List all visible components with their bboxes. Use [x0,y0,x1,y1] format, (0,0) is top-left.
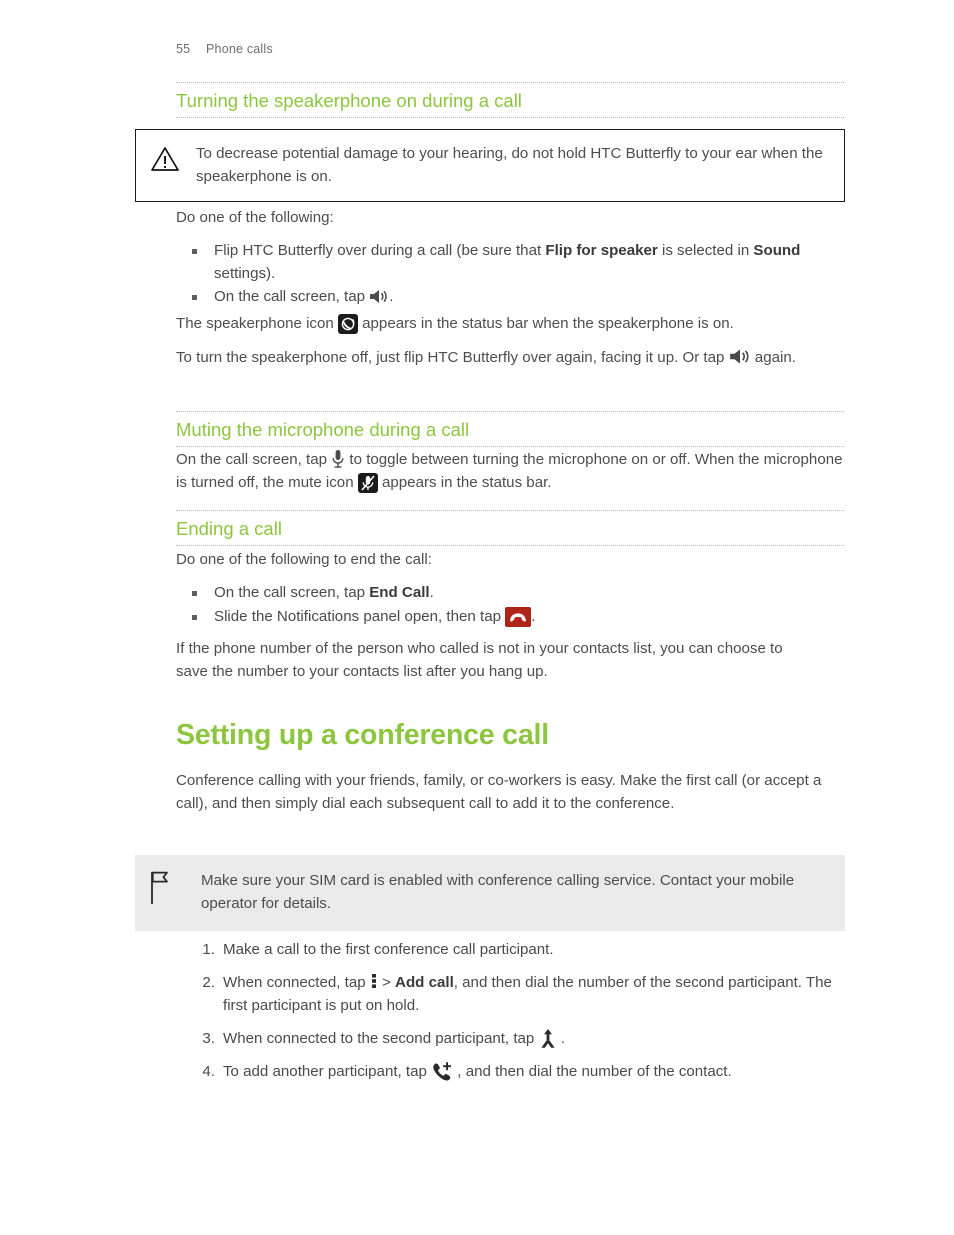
paragraph-text: On the call screen, tap [176,451,332,468]
speakerphone-bullet-list: Flip HTC Butterfly over during a call (b… [176,240,844,309]
flag-icon [149,869,201,910]
warning-triangle-icon [150,142,196,178]
bullet-text-3: . [429,584,434,601]
end-call-icon [505,606,532,627]
ending-bullet-list: On the call screen, tap End Call. Slide … [176,582,844,628]
bullet-text: Flip HTC Butterfly over during a call (b… [214,242,546,259]
bullet-text-3: . [531,607,536,625]
chapter-title: Phone calls [206,42,273,56]
bold-add-call: Add call [395,974,454,991]
bold-end-call: End Call [369,584,430,601]
bullet-text: Slide the Notifications panel open, then… [214,607,506,625]
speakerphone-status-paragraph: The speakerphone icon appears in the sta… [176,313,844,336]
warning-callout: To decrease potential damage to your hea… [135,129,845,202]
heading-turning-speakerphone: Turning the speakerphone on during a cal… [176,82,844,118]
ending-intro: Do one of the following to end the call: [176,551,432,568]
speakerphone-status-icon [337,314,358,334]
list-item: On the call screen, tap . [176,286,844,309]
note-callout: Make sure your SIM card is enabled with … [135,855,845,931]
step-text-3: . [556,1030,565,1047]
microphone-icon [331,449,345,469]
conference-intro: Conference calling with your friends, fa… [176,772,822,812]
bullet-text: On the call screen, tap [214,584,370,601]
conference-steps-list: Make a call to the first conference call… [176,938,852,1083]
speaker-icon [369,288,389,305]
list-item: Slide the Notifications panel open, then… [176,606,844,629]
list-item: On the call screen, tap End Call. [176,582,844,605]
bold-sound: Sound [753,242,801,259]
heading-ending-a-call: Ending a call [176,510,844,546]
heading-muting-microphone: Muting the microphone during a call [176,411,844,447]
merge-call-icon [539,1028,557,1049]
step-text-2: > [377,974,396,991]
mute-status-icon [357,472,378,493]
more-vertical-icon [370,972,378,990]
paragraph-text: The speakerphone icon [176,315,338,332]
speakerphone-off-paragraph: To turn the speakerphone off, just flip … [176,347,866,370]
bullet-text: On the call screen, tap [214,288,370,305]
paragraph-text-2: again. [750,349,796,366]
step-text-3: , and then dial the number of the contac… [453,1063,732,1080]
muting-paragraph: On the call screen, tap to toggle betwee… [176,449,844,494]
warning-text: To decrease potential damage to your hea… [196,145,823,185]
bullet-text-2: is selected in [657,242,754,259]
ending-after-paragraph: If the phone number of the person who ca… [176,640,783,680]
speaker-icon [729,347,751,366]
bullet-text-3: . [389,288,394,305]
step-text: Make a call to the first conference call… [223,941,554,958]
document-page: 55 Phone calls Turning the speakerphone o… [0,0,954,1235]
step-text: To add another participant, tap [223,1063,432,1080]
note-text: Make sure your SIM card is enabled with … [201,872,795,912]
speakerphone-intro: Do one of the following: [176,209,334,226]
list-item: When connected to the second participant… [176,1027,852,1050]
list-item: Make a call to the first conference call… [176,938,852,961]
list-item: Flip HTC Butterfly over during a call (b… [176,240,844,285]
bullet-text-3: settings). [214,264,276,282]
list-item: To add another participant, tap , and th… [176,1060,852,1083]
page-header: 55 Phone calls [176,42,273,56]
paragraph-text-2: appears in the status bar when the speak… [357,315,734,332]
add-call-icon [431,1061,453,1082]
step-text: When connected to the second participant… [223,1030,539,1047]
page-number: 55 [176,42,191,56]
paragraph-text: To turn the speakerphone off, just flip … [176,349,729,366]
list-item: When connected, tap > Add call, and then… [176,971,852,1017]
step-text: When connected, tap [223,974,370,991]
heading-setting-up-conference-call: Setting up a conference call [176,719,549,751]
bold-flip-for-speaker: Flip for speaker [545,242,658,259]
paragraph-text-3: appears in the status bar. [377,473,552,491]
